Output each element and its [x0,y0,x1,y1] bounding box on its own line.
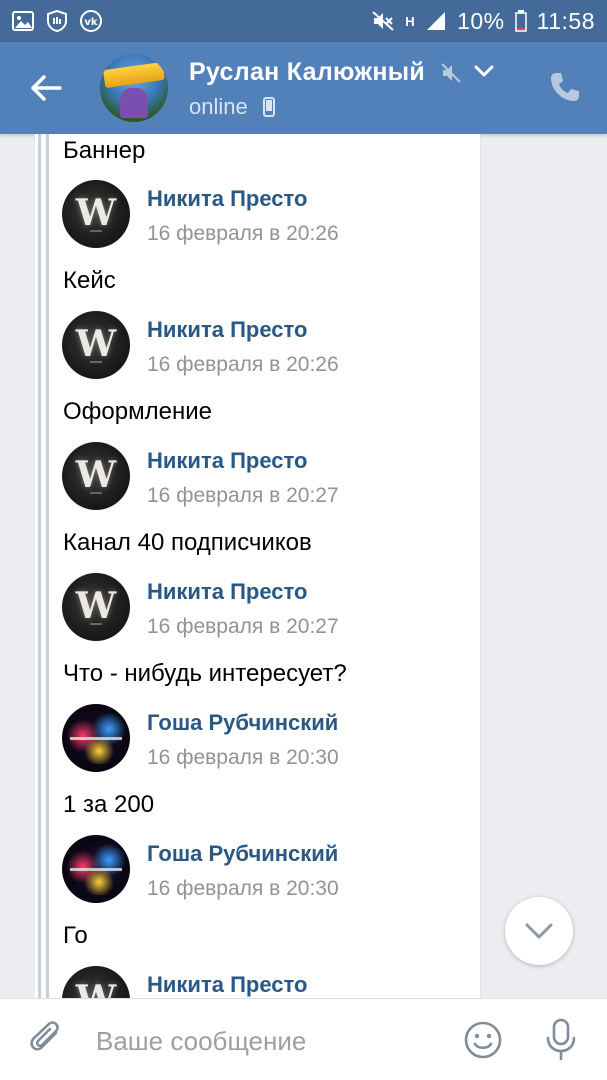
chevron-down-icon [525,923,553,939]
message-text: Оформление [63,398,212,425]
message-text: Баннер [63,137,146,164]
message-text: 1 за 200 [63,791,155,818]
w-logo-avatar[interactable]: W [62,180,130,248]
attach-button[interactable] [26,1019,68,1061]
forward-indicator-line [46,134,49,998]
svg-text:vk: vk [84,17,98,28]
forward-indicator-line [38,134,41,998]
splash-avatar[interactable] [62,835,130,903]
author-name[interactable]: Гоша Рубчинский [147,710,338,736]
message-date: 16 февраля в 20:27 [147,484,339,507]
message-date: 16 февраля в 20:30 [147,877,339,900]
author-name[interactable]: Никита Престо [147,448,307,474]
battery-percent: 10% [457,7,505,34]
status-left: vk [12,10,102,32]
logo-underline [62,230,130,233]
message-text: Что - нибудь интересует? [63,660,347,687]
muted-sound-icon [371,10,395,32]
emoji-button[interactable] [462,1019,504,1061]
message-input[interactable] [96,1019,436,1063]
author-name[interactable]: Никита Престо [147,186,307,212]
muted-chat-icon [440,62,462,89]
contact-name[interactable]: Руслан Калюжный [189,58,425,87]
w-logo-avatar[interactable]: W [62,442,130,510]
status-right: H 10% 11:58 [371,8,595,35]
w-logo-glyph: W [75,323,117,365]
w-logo-glyph: W [75,192,117,234]
author-name[interactable]: Гоша Рубчинский [147,841,338,867]
avatar-text-stroke [70,868,122,871]
chevron-down-icon[interactable] [474,65,494,84]
w-logo-glyph: W [62,978,130,998]
contact-avatar[interactable] [100,54,168,122]
logo-underline [62,361,130,364]
microphone-icon [546,1018,576,1061]
avatar-splash-art [82,738,116,764]
vk-app-icon: vk [80,10,102,32]
logo-underline [62,623,130,626]
message-date: 16 февраля в 20:26 [147,222,339,245]
author-name[interactable]: Никита Престо [147,317,307,343]
chat-header: Руслан Калюжный online [0,42,607,134]
message-composer [0,998,607,1080]
call-button[interactable] [548,70,588,110]
author-name[interactable]: Никита Престо [147,972,307,998]
avatar-splash-art [82,869,116,895]
voice-message-button[interactable] [540,1017,582,1063]
message-text: Го [63,922,88,949]
contact-status: online [189,94,248,119]
author-name[interactable]: Никита Престо [147,579,307,605]
w-logo-glyph: W [75,454,117,496]
arrow-left-icon [31,75,62,101]
gallery-icon [12,11,34,31]
smiley-icon [464,1021,502,1059]
battery-icon [514,10,527,32]
mobile-device-icon [263,97,275,122]
message-date: 16 февраля в 20:26 [147,353,339,376]
w-logo-avatar[interactable]: W [62,573,130,641]
avatar-text-stroke [70,737,122,740]
splash-avatar[interactable] [62,704,130,772]
message-text: Кейс [63,267,116,294]
phone-icon [551,73,579,101]
network-type: H [405,13,416,29]
back-button[interactable] [26,68,66,108]
w-logo-glyph: W [75,585,117,627]
scroll-to-bottom-button[interactable] [505,897,573,965]
avatar-banner-art [103,61,165,89]
signal-icon [425,10,447,32]
chat-area[interactable]: Баннер W Никита Престо 16 февраля в 20:2… [0,134,607,998]
clock: 11:58 [536,7,595,34]
message-text: Канал 40 подписчиков [63,529,312,556]
paperclip-icon [30,1021,59,1051]
status-bar: vk H 10% 11:58 [0,0,607,42]
message-date: 16 февраля в 20:27 [147,615,339,638]
w-logo-avatar[interactable]: W [62,311,130,379]
avatar-figure-art [120,88,148,118]
message-date: 16 февраля в 20:30 [147,746,339,769]
logo-underline [62,492,130,495]
hand-shield-icon [46,10,68,32]
